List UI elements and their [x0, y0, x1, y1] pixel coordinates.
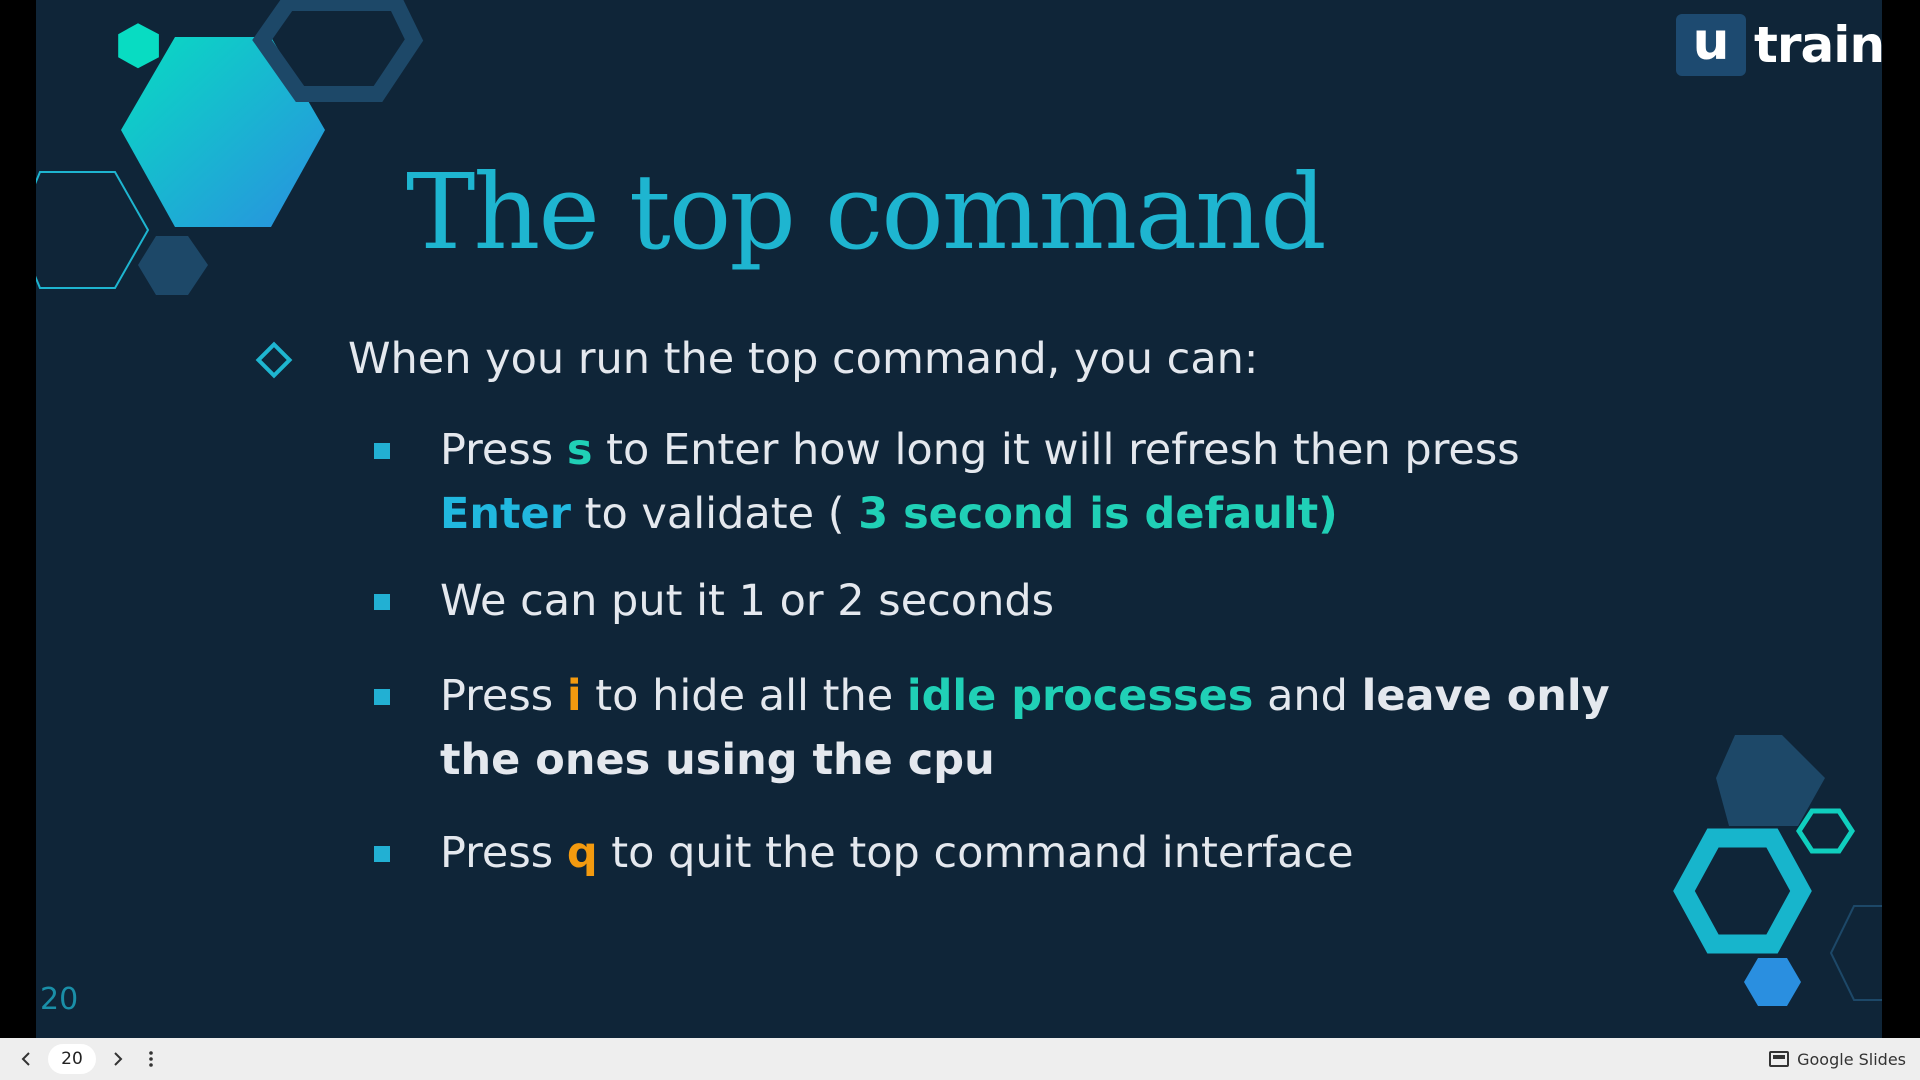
- bullet-text: and: [1253, 671, 1362, 721]
- bullet-text: Press: [440, 425, 567, 475]
- bullet-text: Press: [440, 671, 567, 721]
- default-note: 3 second is default): [858, 489, 1338, 539]
- square-bullet-icon: [374, 846, 390, 862]
- square-bullet-icon: [374, 594, 390, 610]
- bullet-item-seconds: We can put it 1 or 2 seconds: [440, 576, 1055, 626]
- bullet-text: Press: [440, 828, 567, 878]
- bullet-item-quit: Press q to quit the top command interfac…: [440, 821, 1660, 885]
- level1-text: When you run the top command, you can:: [348, 334, 1259, 384]
- utrain-logo: u train: [1676, 14, 1882, 76]
- key-i: i: [566, 671, 582, 721]
- square-bullet-icon: [374, 443, 390, 459]
- idle-processes-highlight: idle processes: [906, 671, 1254, 721]
- bullet-text: to Enter how long it will refresh then p…: [592, 425, 1520, 475]
- more-vert-icon[interactable]: [134, 1042, 168, 1076]
- bullet-item-idle: Press i to hide all the idle processes a…: [440, 664, 1660, 792]
- page-number-field[interactable]: 20: [48, 1044, 96, 1074]
- bullet-item-refresh: Press s to Enter how long it will refres…: [440, 418, 1660, 546]
- google-slides-link[interactable]: Google Slides: [1769, 1038, 1906, 1080]
- bullet-text: to validate (: [570, 489, 859, 539]
- chevron-right-icon[interactable]: [100, 1042, 134, 1076]
- bullet-text: to quit the top command interface: [597, 828, 1354, 878]
- slide-canvas: u train The top command When you run the…: [36, 0, 1882, 1038]
- logo-word: train: [1754, 16, 1882, 74]
- logo-mark: u: [1676, 14, 1746, 76]
- chevron-left-icon[interactable]: [10, 1042, 44, 1076]
- key-s: s: [566, 425, 593, 475]
- key-q: q: [566, 828, 598, 878]
- slide-number: 20: [40, 982, 79, 1017]
- slides-icon: [1769, 1051, 1790, 1067]
- brand-label: Google Slides: [1797, 1049, 1906, 1069]
- square-bullet-icon: [374, 689, 390, 705]
- slides-player-bar: 20 Google Slides: [0, 1038, 1920, 1080]
- bullet-text: to hide all the: [581, 671, 907, 721]
- slide-title: The top command: [406, 151, 1327, 273]
- key-enter: Enter: [440, 489, 571, 539]
